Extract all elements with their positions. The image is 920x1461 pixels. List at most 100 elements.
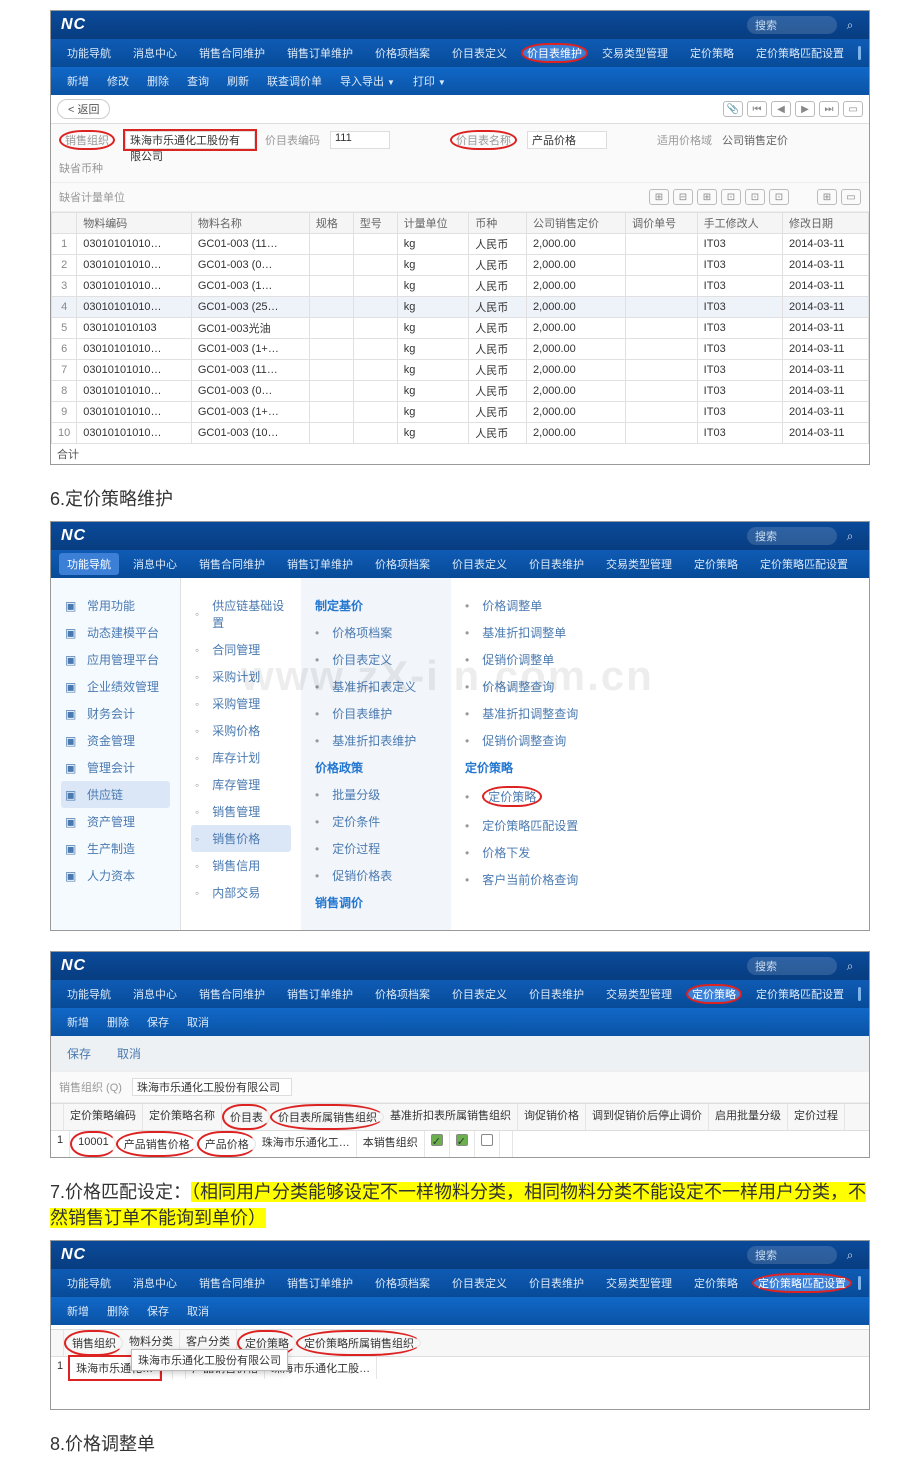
btn-refresh[interactable]: 刷新: [219, 70, 257, 92]
nav-l3-item[interactable]: •价格项档案: [311, 619, 441, 646]
btn-cancel[interactable]: 取消: [179, 1300, 217, 1322]
nav-l3-item[interactable]: •批量分级: [311, 781, 441, 808]
grid-icon-4[interactable]: ⊡: [721, 189, 741, 205]
nav-l2-item[interactable]: ◦销售信用: [191, 852, 291, 879]
tab-pricing-match[interactable]: 定价策略匹配设置: [748, 42, 852, 64]
search-input[interactable]: 搜索: [747, 957, 837, 975]
tab-nav[interactable]: 功能导航: [59, 1272, 119, 1294]
nav-l3-item[interactable]: •价格下发: [461, 839, 591, 866]
table-row[interactable]: 903010101010…GC01-003 (1+…kg人民币2,000.00I…: [52, 402, 869, 423]
search-input[interactable]: 搜索: [747, 527, 837, 545]
tab-price-item[interactable]: 价格项档案: [367, 983, 438, 1005]
tab-price-item[interactable]: 价格项档案: [367, 1272, 438, 1294]
btn-cancel[interactable]: 取消: [179, 1011, 217, 1033]
tab-price-def[interactable]: 价目表定义: [444, 42, 515, 64]
tab-price-item[interactable]: 价格项档案: [367, 42, 438, 64]
tab-pricing-strategy[interactable]: 定价策略: [686, 1272, 746, 1294]
table-row[interactable]: 703010101010…GC01-003 (11…kg人民币2,000.00I…: [52, 360, 869, 381]
nav-l2-item[interactable]: ◦采购计划: [191, 663, 291, 690]
nav-group-header[interactable]: 价格政策: [311, 754, 441, 781]
nav-l1-item[interactable]: ▣企业绩效管理: [61, 673, 170, 700]
nav-l2-item[interactable]: ◦销售管理: [191, 798, 291, 825]
nav-first-icon[interactable]: ⏮: [747, 101, 767, 117]
tab-msg[interactable]: 消息中心: [125, 553, 185, 575]
nav-group-header[interactable]: 制定基价: [311, 592, 441, 619]
nav-l3-item[interactable]: •价目表维护: [311, 700, 441, 727]
nav-l2-item[interactable]: ◦供应链基础设置: [191, 592, 291, 636]
table-row[interactable]: 1003010101010…GC01-003 (10…kg人民币2,000.00…: [52, 423, 869, 444]
nav-l1-item[interactable]: ▣资产管理: [61, 808, 170, 835]
cell[interactable]: 1: [51, 1131, 70, 1157]
btn-new[interactable]: 新增: [59, 70, 97, 92]
nav-l2-item[interactable]: ◦采购管理: [191, 690, 291, 717]
nav-l1-item[interactable]: ▣人力资本: [61, 862, 170, 889]
tab-order[interactable]: 销售订单维护: [279, 983, 361, 1005]
btn-save-2[interactable]: 保存: [59, 1042, 99, 1065]
nav-l1-item[interactable]: ▣常用功能: [61, 592, 170, 619]
nav-next-icon[interactable]: ▶: [795, 101, 815, 117]
tab-price-maintain[interactable]: 价目表维护: [521, 983, 592, 1005]
grid-icon-6[interactable]: ⊡: [769, 189, 789, 205]
window-icon[interactable]: [858, 987, 861, 1001]
table-row[interactable]: 803010101010…GC01-003 (0…kg人民币2,000.00IT…: [52, 381, 869, 402]
tab-nav[interactable]: 功能导航: [59, 553, 119, 575]
tab-price-def[interactable]: 价目表定义: [444, 553, 515, 575]
cell[interactable]: [475, 1131, 500, 1157]
grid-icon-2[interactable]: ⊟: [673, 189, 693, 205]
nav-l3-item[interactable]: •定价策略匹配设置: [461, 812, 591, 839]
nav-l3-item[interactable]: •基准折扣表维护: [311, 727, 441, 754]
btn-query[interactable]: 查询: [179, 70, 217, 92]
tab-contract[interactable]: 销售合同维护: [191, 1272, 273, 1294]
nav-l1-item[interactable]: ▣应用管理平台: [61, 646, 170, 673]
search-input[interactable]: 搜索: [747, 16, 837, 34]
tab-order[interactable]: 销售订单维护: [279, 42, 361, 64]
nav-l3-item[interactable]: •价格调整单: [461, 592, 591, 619]
tab-trade-type[interactable]: 交易类型管理: [598, 1272, 680, 1294]
tab-pricing-match[interactable]: 定价策略匹配设置: [748, 983, 852, 1005]
search-icon[interactable]: ⌕: [841, 957, 859, 975]
field-list-name[interactable]: 产品价格: [527, 131, 607, 149]
tab-trade-type[interactable]: 交易类型管理: [594, 42, 676, 64]
cell[interactable]: [500, 1131, 513, 1157]
tab-price-maintain[interactable]: 价目表维护: [521, 43, 588, 63]
nav-l3-item[interactable]: •促销价调整单: [461, 646, 591, 673]
table-row[interactable]: 603010101010…GC01-003 (1+…kg人民币2,000.00I…: [52, 339, 869, 360]
table-row[interactable]: 103010101010…GC01-003 (11…kg人民币2,000.00I…: [52, 234, 869, 255]
btn-save[interactable]: 保存: [139, 1300, 177, 1322]
nav-l2-item[interactable]: ◦销售价格: [191, 825, 291, 852]
search-icon[interactable]: ⌕: [841, 1246, 859, 1264]
table-row[interactable]: 403010101010…GC01-003 (25…kg人民币2,000.00I…: [52, 297, 869, 318]
tab-pricing-strategy[interactable]: 定价策略: [686, 984, 742, 1004]
tab-price-def[interactable]: 价目表定义: [444, 1272, 515, 1294]
tab-price-maintain[interactable]: 价目表维护: [521, 1272, 592, 1294]
table-row[interactable]: 5030101010103GC01-003光油kg人民币2,000.00IT03…: [52, 318, 869, 339]
btn-edit[interactable]: 修改: [99, 70, 137, 92]
nav-l2-item[interactable]: ◦内部交易: [191, 879, 291, 906]
nav-l3-item[interactable]: •定价条件: [311, 808, 441, 835]
btn-print[interactable]: 打印▼: [405, 70, 454, 92]
nav-l3-item[interactable]: •基准折扣调整单: [461, 619, 591, 646]
nav-l2-item[interactable]: ◦合同管理: [191, 636, 291, 663]
btn-cancel-2[interactable]: 取消: [109, 1042, 149, 1065]
btn-delete[interactable]: 删除: [99, 1300, 137, 1322]
cell[interactable]: 10001: [70, 1131, 116, 1157]
cell[interactable]: 产品销售价格: [116, 1131, 197, 1157]
nav-l3-item[interactable]: •基准折扣调整查询: [461, 700, 591, 727]
field-org[interactable]: 珠海市乐通化工股份有限公司: [132, 1078, 292, 1096]
btn-new[interactable]: 新增: [59, 1300, 97, 1322]
cell[interactable]: 珠海市乐通化工…: [256, 1131, 357, 1157]
cell[interactable]: 本销售组织: [357, 1131, 425, 1157]
cell[interactable]: 1: [51, 1357, 70, 1379]
grid-icon-5[interactable]: ⊡: [745, 189, 765, 205]
cell[interactable]: ✓: [450, 1131, 475, 1157]
field-sale-org[interactable]: 珠海市乐通化工股份有限公司: [125, 131, 255, 149]
nav-l1-item[interactable]: ▣动态建模平台: [61, 619, 170, 646]
tab-pricing-strategy[interactable]: 定价策略: [682, 42, 742, 64]
table-row[interactable]: 203010101010…GC01-003 (0…kg人民币2,000.00IT…: [52, 255, 869, 276]
nav-l1-item[interactable]: ▣管理会计: [61, 754, 170, 781]
attach-icon[interactable]: 📎: [723, 101, 743, 117]
nav-l2-item[interactable]: ◦库存管理: [191, 771, 291, 798]
tab-msg[interactable]: 消息中心: [125, 983, 185, 1005]
tab-msg[interactable]: 消息中心: [125, 1272, 185, 1294]
window-icon[interactable]: [858, 1276, 861, 1290]
